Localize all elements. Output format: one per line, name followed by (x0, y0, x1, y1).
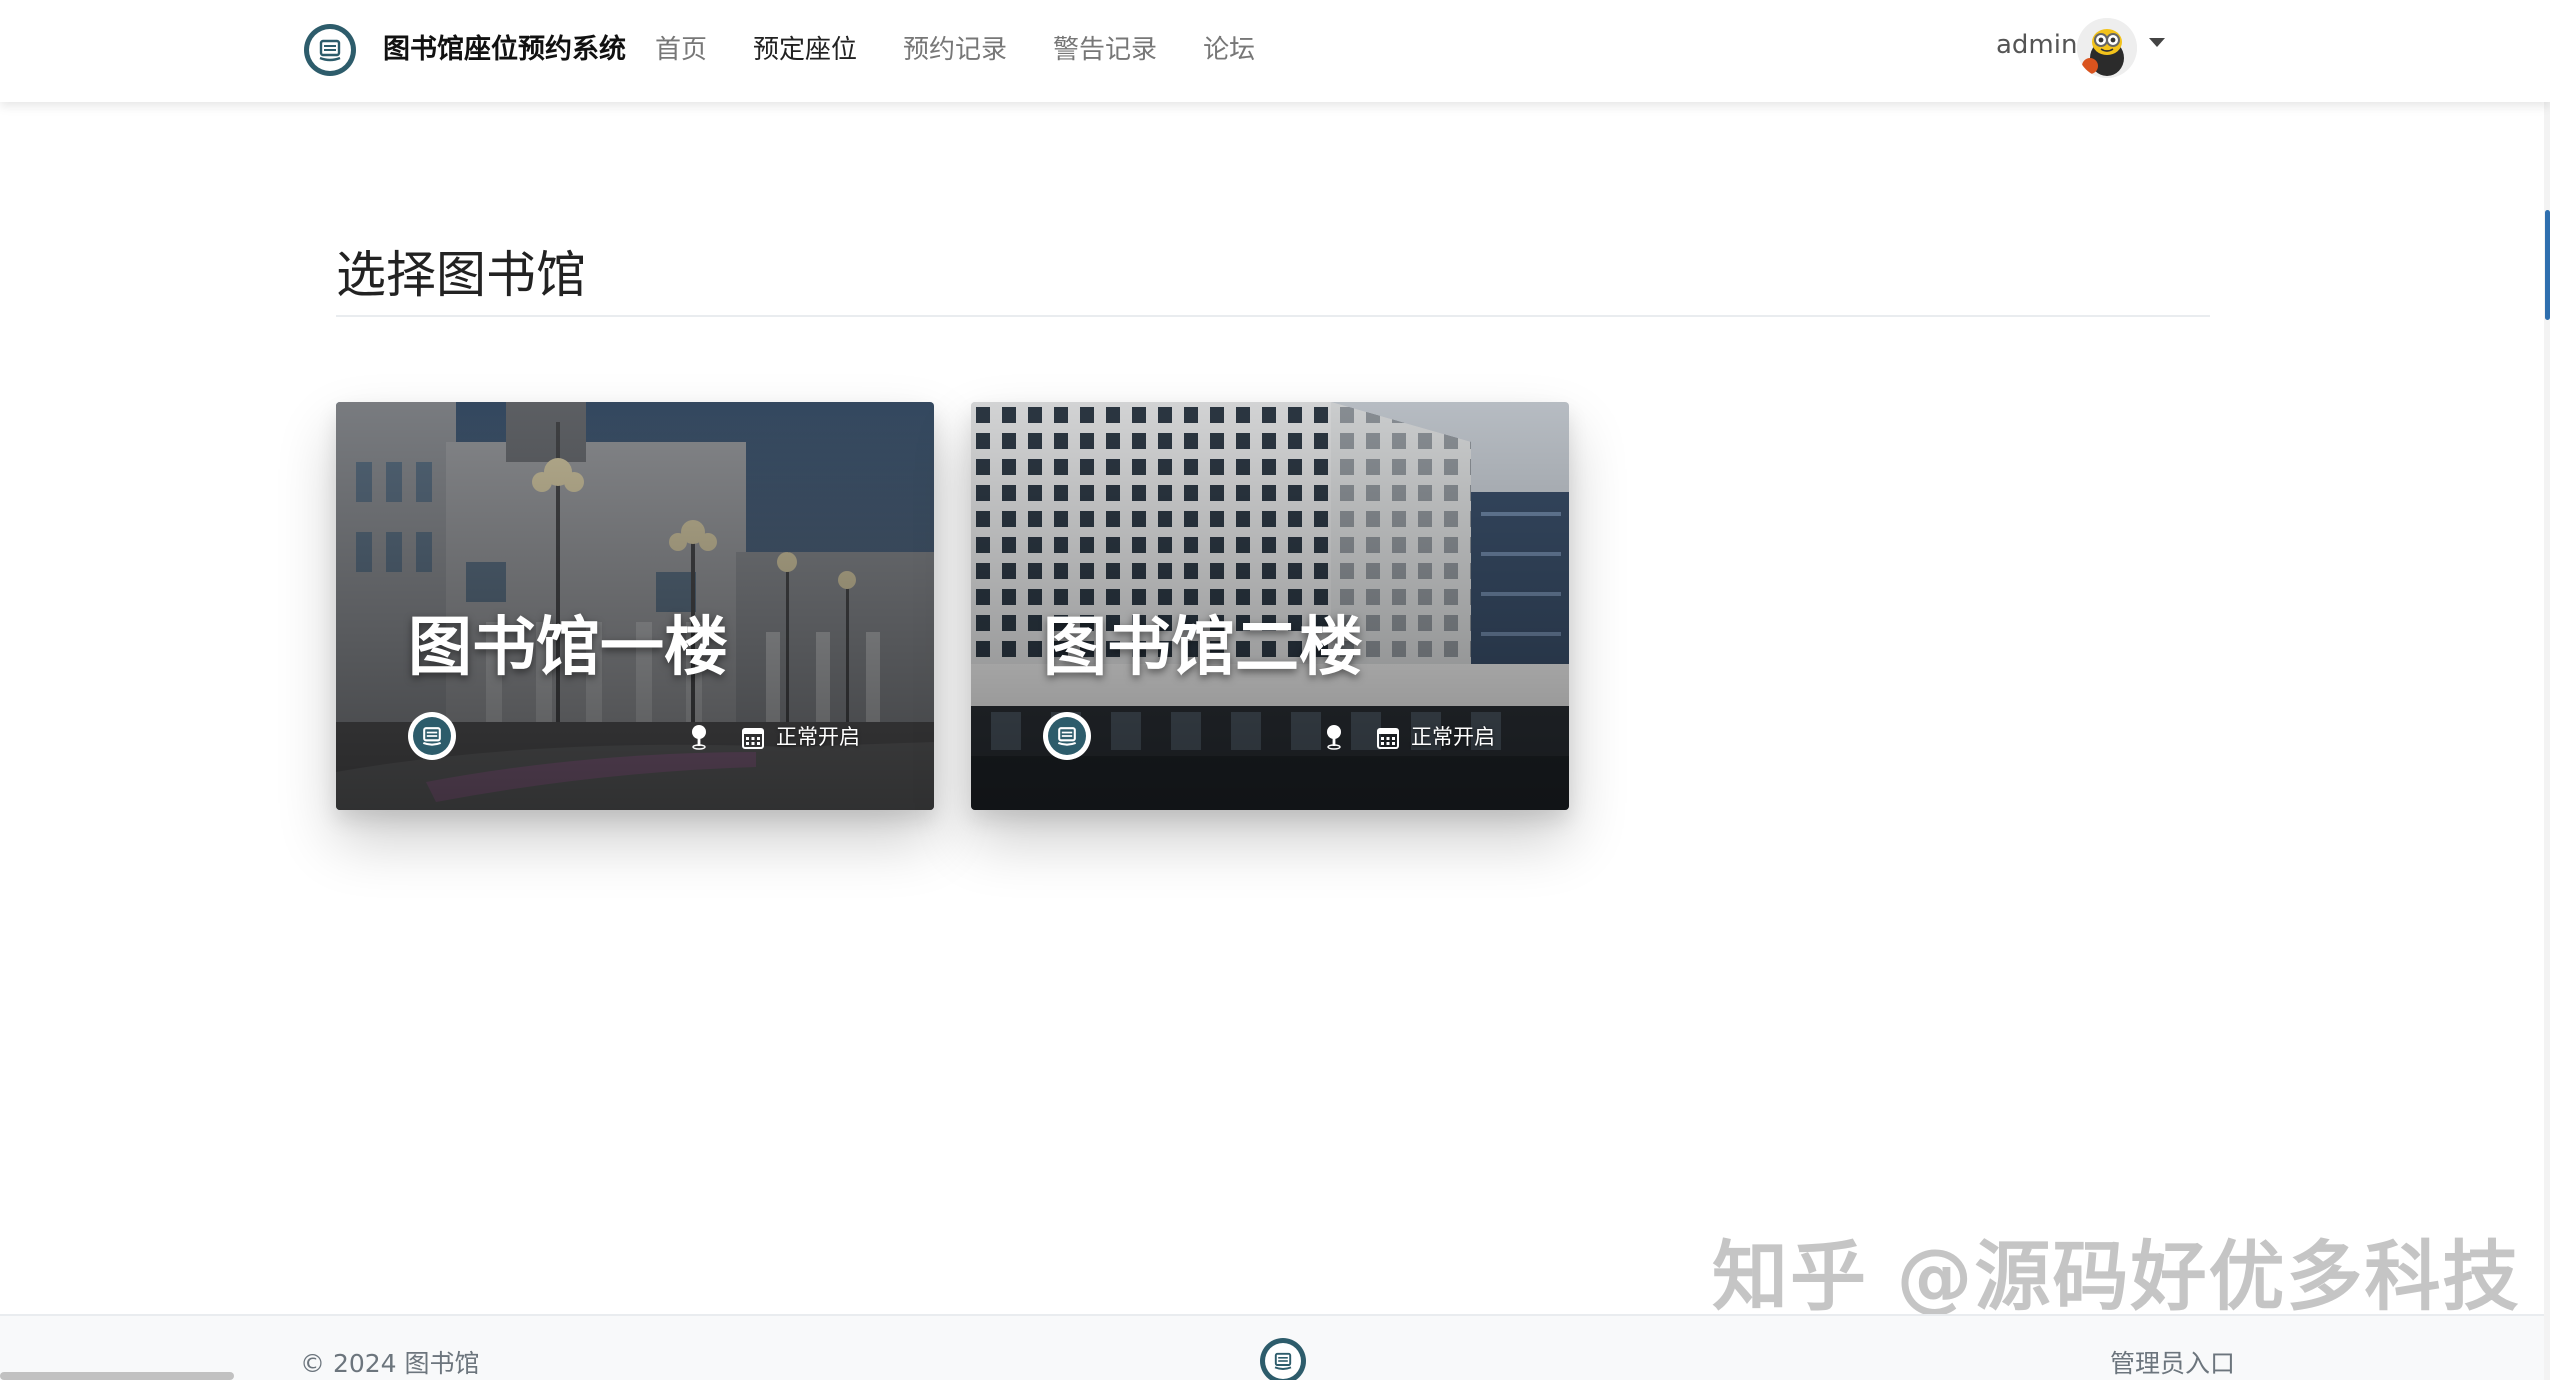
top-navbar: 图书馆座位预约系统 首页 预定座位 预约记录 警告记录 论坛 admin (0, 0, 2550, 102)
library-logo-icon[interactable] (1260, 1338, 1306, 1380)
main-nav: 首页 预定座位 预约记录 警告记录 论坛 (655, 30, 1301, 70)
library-status: 正常开启 (776, 725, 860, 749)
watermark-text: 知乎 @源码好优多科技 (1712, 1232, 2521, 1321)
library-card-floor-2[interactable]: 图书馆二楼 正常开启 (971, 402, 1569, 810)
map-pin-icon (692, 725, 706, 750)
nav-link-warning-records[interactable]: 警告记录 (1053, 30, 1157, 70)
user-name[interactable]: admin (1996, 25, 2077, 65)
nav-link-reserve-seat[interactable]: 预定座位 (753, 30, 857, 70)
library-name: 图书馆二楼 (1043, 611, 1363, 685)
title-divider (336, 315, 2210, 317)
vertical-scrollbar-thumb[interactable] (2545, 210, 2550, 320)
calendar-icon (742, 728, 764, 749)
footer: © 2024 图书馆 管理员入口 (0, 1314, 2550, 1380)
avatar-icon[interactable] (2077, 18, 2137, 78)
brand-title[interactable]: 图书馆座位预约系统 (383, 30, 626, 70)
vertical-scrollbar-track[interactable] (2544, 0, 2550, 1380)
page-title: 选择图书馆 (336, 246, 586, 304)
library-name: 图书馆一楼 (408, 611, 728, 685)
caret-down-icon[interactable] (2149, 38, 2165, 47)
admin-entry-link[interactable]: 管理员入口 (2110, 1346, 2235, 1380)
calendar-icon (1377, 728, 1399, 749)
nav-link-reservation-records[interactable]: 预约记录 (903, 30, 1007, 70)
library-status: 正常开启 (1411, 725, 1495, 749)
library-logo-icon (1043, 712, 1091, 760)
horizontal-scrollbar[interactable] (0, 1372, 234, 1380)
library-logo-icon (408, 712, 456, 760)
nav-link-home[interactable]: 首页 (655, 30, 707, 70)
library-card-floor-1[interactable]: 图书馆一楼 正常开启 (336, 402, 934, 810)
map-pin-icon (1327, 725, 1341, 750)
footer-copyright: © 2024 图书馆 (300, 1349, 480, 1378)
library-logo-icon[interactable] (304, 24, 356, 76)
nav-link-forum[interactable]: 论坛 (1203, 30, 1255, 70)
